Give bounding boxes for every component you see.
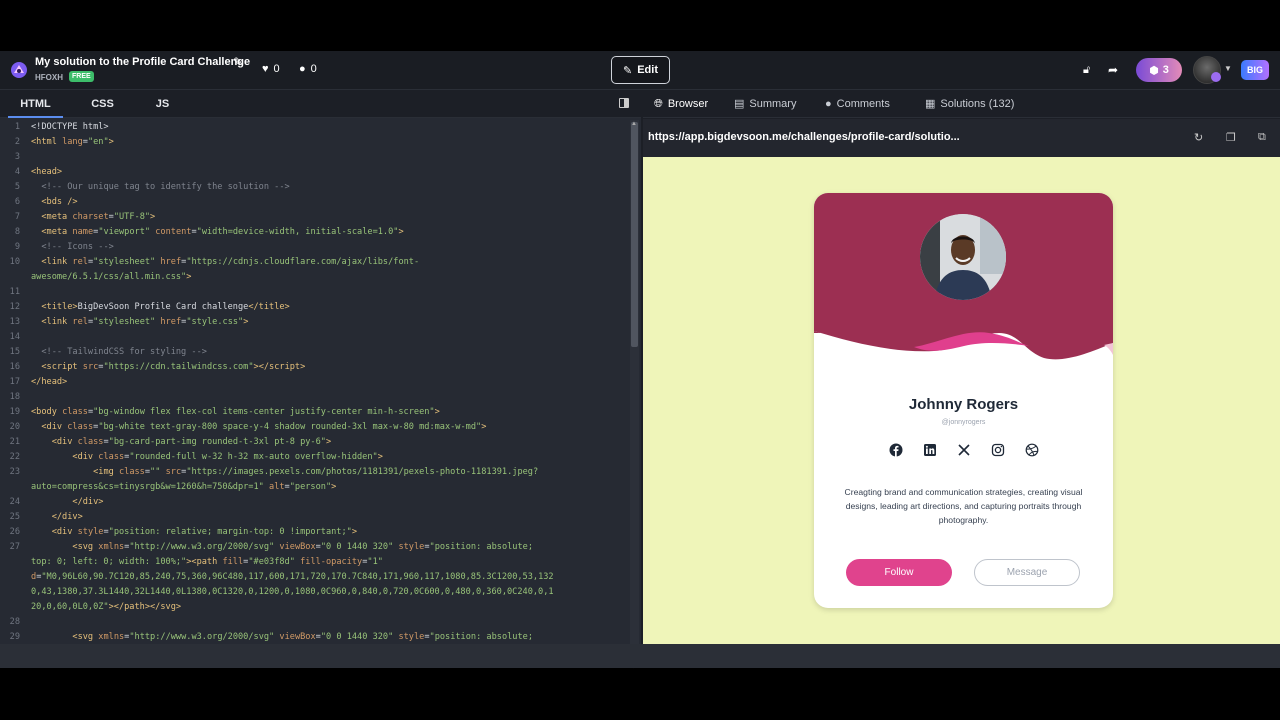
chat-icon: ●	[825, 98, 832, 110]
chevron-down-icon[interactable]: ▼	[1224, 64, 1232, 73]
unlock-icon[interactable]: 🔓︎	[1083, 64, 1090, 77]
profile-card: Johnny Rogers @jonnyrogers Creagting bra…	[814, 193, 1113, 608]
coins-counter[interactable]: ⬢ 3	[1136, 58, 1182, 82]
copy-icon[interactable]: ❐	[1226, 131, 1236, 144]
share-icon[interactable]: ➦	[1108, 63, 1118, 77]
profile-handle: @jonnyrogers	[941, 419, 986, 426]
tab-js[interactable]: JS	[140, 90, 185, 118]
bottom-status-bar	[0, 644, 1280, 668]
tab-summary-label: Summary	[749, 98, 797, 110]
solution-title: My solution to the Profile Card Challeng…	[35, 56, 251, 68]
likes-button[interactable]: ♥ 0	[262, 63, 280, 75]
tab-browser[interactable]: 🌐︎ Browser	[654, 90, 708, 118]
url-text[interactable]: https://app.bigdevsoon.me/challenges/pro…	[648, 131, 960, 143]
tab-comments-label: Comments	[836, 98, 890, 110]
edit-button[interactable]: ✎ Edit	[611, 56, 670, 84]
linkedin-icon[interactable]	[923, 443, 937, 457]
profile-bio: Creagting brand and communication strate…	[844, 487, 1083, 525]
comment-bubble-icon: ●	[299, 63, 306, 75]
tab-browser-label: Browser	[667, 98, 709, 110]
toggle-panel-icon[interactable]	[619, 98, 629, 108]
pencil-icon: ✎	[623, 64, 633, 77]
social-links	[889, 443, 1039, 459]
tab-comments[interactable]: ● Comments	[825, 90, 890, 118]
edit-title-pencil-icon[interactable]: ✎	[233, 55, 243, 69]
coins-count: 3	[1162, 64, 1169, 76]
dribbble-icon[interactable]	[1025, 443, 1039, 457]
comments-button[interactable]: ● 0	[299, 63, 317, 75]
refresh-icon[interactable]: ↻	[1194, 131, 1203, 144]
editor-tabs: HTML CSS JS	[0, 90, 641, 118]
avatar-level-dot	[1211, 72, 1221, 82]
profile-photo	[920, 214, 1006, 300]
tab-css[interactable]: CSS	[80, 90, 125, 118]
edit-label: Edit	[637, 64, 658, 76]
app-frame: My solution to the Profile Card Challeng…	[0, 51, 1280, 670]
hexagon-coin-icon: ⬢	[1149, 64, 1159, 77]
heart-icon: ♥	[262, 63, 269, 75]
url-bar: https://app.bigdevsoon.me/challenges/pro…	[643, 119, 1280, 157]
follow-button[interactable]: Follow	[846, 559, 952, 586]
tab-summary[interactable]: ▤ Summary	[734, 90, 796, 118]
plan-badge: FREE	[69, 71, 94, 82]
globe-icon: 🌐︎	[654, 98, 663, 110]
grid-icon: ▦	[925, 98, 936, 110]
top-bar: My solution to the Profile Card Challeng…	[0, 51, 1280, 90]
facebook-icon[interactable]	[889, 443, 903, 457]
app-logo-icon[interactable]	[10, 61, 28, 79]
code-area[interactable]: 1 <!DOCTYPE html> 2 <html lang="en"> 3 4 <h…	[0, 120, 628, 668]
author-name[interactable]: HFOXH	[35, 73, 63, 82]
comments-count: 0	[310, 63, 317, 75]
tab-solutions[interactable]: ▦ Solutions (132)	[925, 90, 1014, 118]
document-icon: ▤	[734, 98, 745, 110]
external-link-icon[interactable]: ⧉	[1258, 131, 1266, 144]
scrollbar-thumb[interactable]	[631, 122, 638, 347]
message-button[interactable]: Message	[974, 559, 1080, 586]
instagram-icon[interactable]	[991, 443, 1005, 457]
tab-html[interactable]: HTML	[8, 90, 63, 118]
tab-solutions-label: Solutions (132)	[940, 98, 1015, 110]
preview-tabs: 🌐︎ Browser ▤ Summary ● Comments ▦ Soluti…	[643, 90, 1280, 118]
code-editor-panel: HTML CSS JS 1 <!DOCTYPE html> 2 <html lang…	[0, 90, 641, 670]
likes-count: 0	[273, 63, 280, 75]
editor-scrollbar[interactable]	[630, 120, 639, 668]
preview-viewport: Johnny Rogers @jonnyrogers Creagting bra…	[643, 157, 1280, 644]
big-badge[interactable]: BIG	[1241, 60, 1269, 80]
scroll-up-arrow-icon[interactable]: ▲	[631, 121, 637, 127]
x-twitter-icon[interactable]	[957, 443, 971, 457]
profile-name: Johnny Rogers	[908, 396, 1019, 413]
